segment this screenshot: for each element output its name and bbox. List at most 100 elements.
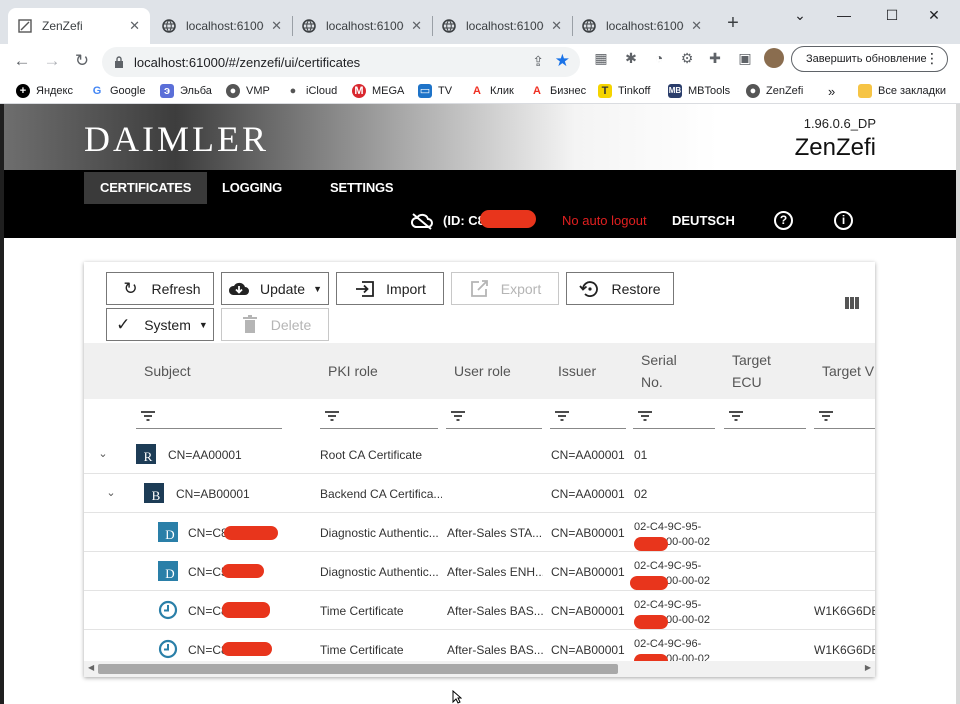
bookmarks-overflow[interactable]: » [828, 82, 835, 100]
bookmark-mega[interactable]: M MEGA [352, 82, 404, 100]
bookmark-label: iCloud [306, 85, 338, 97]
column-header-serial-no[interactable]: Serial No. [641, 343, 711, 399]
collapse-chevron-icon[interactable]: ⌄ [104, 486, 118, 500]
import-button[interactable]: Import [336, 272, 444, 305]
bookmark-vmp[interactable]: ● VMP [226, 82, 270, 100]
bookmark-mbtools[interactable]: MB MBTools [668, 82, 730, 100]
browser-tab-localhost-2[interactable]: localhost:61000/ ✕ [292, 8, 432, 44]
back-arrow-icon[interactable]: ← [10, 49, 34, 73]
bookmark-tinkoff[interactable]: T Tinkoff [598, 82, 650, 100]
horizontal-scrollbar[interactable]: ◀ ▶ [84, 661, 875, 677]
all-bookmarks-label: Все закладки [878, 85, 947, 97]
browser-tab-localhost-4[interactable]: localhost:61000/ ✕ [572, 8, 712, 44]
target-vin-filter[interactable] [814, 405, 875, 429]
clock-icon [158, 600, 178, 620]
qr-extension-icon[interactable]: ▦ [592, 49, 610, 67]
globe-icon: ● [226, 84, 240, 98]
window-minimize-button[interactable]: — [824, 4, 864, 26]
table-row[interactable]: D CN=C8 Diagnostic Authentic... After-Sa… [84, 513, 875, 552]
close-tab-icon[interactable]: ✕ [271, 18, 282, 34]
export-button[interactable]: Export [451, 272, 559, 305]
forward-arrow-icon[interactable]: → [40, 49, 64, 73]
column-header-issuer[interactable]: Issuer [558, 343, 628, 399]
bookmark-elba[interactable]: э Эльба [160, 82, 212, 100]
issuer-cell: CN=AB00001 [551, 525, 625, 540]
all-bookmarks[interactable]: Все закладки [858, 82, 946, 100]
bookmark-google[interactable]: G Google [90, 82, 146, 100]
bookmark-yandex[interactable]: + Яндекс [16, 82, 73, 100]
redaction-mark [630, 576, 668, 590]
nav-tab-settings[interactable]: SETTINGS [314, 172, 409, 204]
table-row[interactable]: D CN=C5 Diagnostic Authentic... After-Sa… [84, 552, 875, 591]
new-tab-button[interactable]: + [722, 12, 744, 34]
browser-tab-localhost-1[interactable]: localhost:61000/ ✕ [152, 8, 292, 44]
issuer-filter[interactable] [550, 405, 626, 429]
clock-extension-icon[interactable]: ◔ [650, 49, 668, 67]
delete-button[interactable]: Delete [221, 308, 329, 341]
bookmark-label: Google [110, 85, 146, 97]
refresh-button[interactable]: ↻ Refresh [106, 272, 214, 305]
minimize-chevron-icon[interactable]: ⌄ [780, 4, 820, 26]
table-row[interactable]: ⌄ B CN=AB00001 Backend CA Certifica... C… [84, 474, 875, 513]
finish-update-button[interactable]: Завершить обновление ⋮ [791, 46, 948, 72]
table-row[interactable]: ⌄ R CN=AA00001 Root CA Certificate CN=AA… [84, 435, 875, 474]
window-close-button[interactable]: ✕ [914, 4, 954, 26]
restore-label: Restore [611, 280, 661, 297]
puzzle-extension-icon[interactable]: ✚ [706, 49, 724, 67]
serial-filter[interactable] [633, 405, 715, 429]
close-tab-icon[interactable]: ✕ [411, 18, 422, 34]
tab-label: localhost:61000/ [326, 19, 404, 33]
language-switch[interactable]: DEUTSCH [672, 213, 735, 228]
profile-avatar[interactable] [764, 48, 784, 68]
nav-tab-logging[interactable]: LOGGING [206, 172, 298, 204]
browser-tab-localhost-3[interactable]: localhost:61000/ ✕ [432, 8, 572, 44]
apple-icon: ● [289, 85, 297, 97]
app-version: 1.96.0.6_DP [803, 116, 876, 131]
brand-logo: DAIMLER [84, 119, 269, 159]
column-header-target-ecu[interactable]: Target ECU [732, 343, 802, 399]
user-role-filter[interactable] [446, 405, 542, 429]
target-ecu-filter[interactable] [724, 405, 806, 429]
help-icon[interactable]: ? [774, 211, 793, 230]
share-icon[interactable]: ⇪ [532, 53, 544, 70]
scroll-left-arrow-icon[interactable]: ◀ [88, 663, 94, 672]
window-maximize-button[interactable]: ☐ [872, 4, 912, 26]
close-tab-icon[interactable]: ✕ [691, 18, 702, 34]
sidepanel-icon[interactable]: ▣ [736, 49, 754, 67]
browser-tab-zenzefi[interactable]: ZenZefi ✕ [8, 8, 150, 44]
system-filter-button[interactable]: ✓ System ▼ [106, 308, 214, 341]
column-header-user-role[interactable]: User role [454, 343, 544, 399]
gear-extension-icon[interactable]: ⚙ [678, 49, 696, 67]
reload-icon[interactable]: ↻ [70, 49, 94, 73]
bookmark-biznes[interactable]: A Бизнес [530, 82, 586, 100]
bookmark-klik[interactable]: A Клик [470, 82, 514, 100]
scrollbar-thumb[interactable] [98, 664, 618, 674]
close-tab-icon[interactable]: ✕ [129, 18, 140, 34]
subject-filter[interactable] [136, 405, 282, 429]
column-header-pki-role[interactable]: PKI role [328, 343, 438, 399]
column-header-target-vin[interactable]: Target VIN [822, 343, 875, 399]
info-icon[interactable]: i [834, 211, 853, 230]
auto-logout-status[interactable]: No auto logout [562, 213, 647, 228]
bookmark-zenzefi[interactable]: ● ZenZefi [746, 82, 803, 100]
column-header-subject[interactable]: Subject [144, 343, 294, 399]
bookmark-tv[interactable]: ▭ TV [418, 82, 452, 100]
tab-label: ZenZefi [42, 19, 83, 33]
collapse-chevron-icon[interactable]: ⌄ [96, 447, 110, 461]
bookmark-icloud[interactable]: ● iCloud [286, 82, 338, 100]
bug-extension-icon[interactable]: ✱ [622, 49, 640, 67]
table-row[interactable]: CN=C8 Time Certificate After-Sales BAS..… [84, 591, 875, 630]
scroll-right-arrow-icon[interactable]: ▶ [865, 663, 871, 672]
user-role-cell [447, 474, 543, 513]
nav-tab-certificates[interactable]: CERTIFICATES [84, 172, 208, 204]
update-button[interactable]: Update ▼ [221, 272, 329, 305]
pki-role-filter[interactable] [320, 405, 438, 429]
columns-toggle-icon[interactable] [845, 297, 859, 309]
import-icon [356, 280, 375, 297]
bookmark-star-icon[interactable]: ★ [555, 51, 570, 71]
restore-button[interactable]: Restore [566, 272, 674, 305]
kebab-menu-icon[interactable]: ⋮ [925, 50, 939, 67]
close-tab-icon[interactable]: ✕ [551, 18, 562, 34]
address-bar[interactable]: localhost:61000/#/zenzefi/ui/certificate… [102, 47, 580, 77]
cloud-off-icon [410, 213, 433, 230]
